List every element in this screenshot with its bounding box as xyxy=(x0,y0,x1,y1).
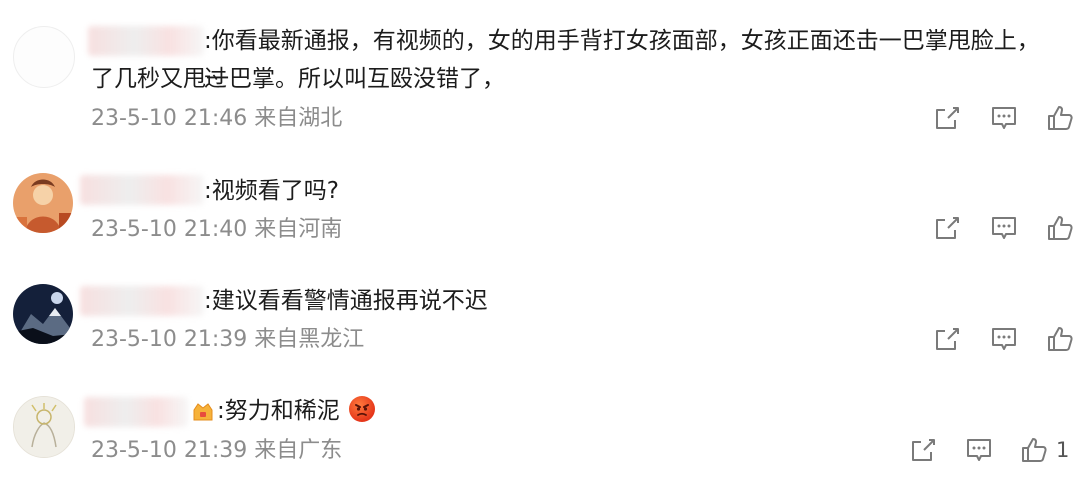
comment-time: 23-5-10 21:39 xyxy=(91,327,248,352)
comment-time: 23-5-10 21:40 xyxy=(91,217,248,242)
comment-meta: 23-5-10 21:39 来自广东 xyxy=(91,436,342,466)
username-blurred[interactable] xyxy=(84,397,188,427)
comment-text-line1: :建议看看警情通报再说不迟 xyxy=(204,288,488,314)
share-icon[interactable] xyxy=(933,325,961,353)
like-count: 1 xyxy=(1056,438,1070,462)
comment-meta: 23-5-10 21:40 来自河南 xyxy=(91,215,342,245)
avatar[interactable] xyxy=(13,284,73,344)
username-blurred[interactable] xyxy=(80,286,204,316)
comment-location: 来自黑龙江 xyxy=(254,327,365,352)
thumbs-up-icon[interactable] xyxy=(1020,436,1048,464)
avatar[interactable] xyxy=(13,396,75,458)
comment-meta: 23-5-10 21:39 来自黑龙江 xyxy=(91,325,364,355)
comment-time: 23-5-10 21:39 xyxy=(91,438,248,463)
blank-avatar-icon xyxy=(14,27,74,87)
angry-emoji-icon xyxy=(349,396,376,422)
comment-text-line1: :视频看了吗? xyxy=(204,178,339,204)
comment-text-line1: :努力和稀泥 xyxy=(217,398,340,424)
comment-item: :你看最新通报，有视频的，女的用手背打女孩面部，女孩正面还击一巴掌甩脸上，过 了… xyxy=(0,0,1080,150)
share-icon[interactable] xyxy=(909,436,937,464)
avatar[interactable] xyxy=(13,173,73,233)
orange-illustration-avatar-icon xyxy=(13,173,73,233)
comment-time: 23-5-10 21:46 xyxy=(91,106,248,131)
comment-text: :建议看看警情通报再说不迟 xyxy=(204,282,1050,320)
comment-actions xyxy=(930,325,1073,355)
avatar[interactable] xyxy=(13,26,75,88)
thumbs-up-icon[interactable] xyxy=(1046,214,1074,242)
comment-actions xyxy=(930,104,1073,134)
comment-item: :努力和稀泥 23-5-10 21:39 来自广东 1 xyxy=(0,375,1080,486)
mountain-night-avatar-icon xyxy=(13,284,73,344)
thumbs-up-icon[interactable] xyxy=(1046,325,1074,353)
comment-icon[interactable] xyxy=(990,104,1018,132)
comment-meta: 23-5-10 21:46 来自湖北 xyxy=(91,104,342,134)
sketch-avatar-icon xyxy=(14,397,74,457)
thumbs-up-icon[interactable] xyxy=(1046,104,1074,132)
username-blurred[interactable] xyxy=(88,26,204,56)
comment-location: 来自广东 xyxy=(254,438,343,463)
comment-icon[interactable] xyxy=(965,436,993,464)
comment-icon[interactable] xyxy=(990,214,1018,242)
share-icon[interactable] xyxy=(933,214,961,242)
comment-location: 来自河南 xyxy=(254,217,343,242)
comment-text-continued: 了几秒又甩一巴掌。所以叫互殴没错了， xyxy=(91,60,1050,98)
comment-actions: 1 xyxy=(906,436,1076,466)
comment-icon[interactable] xyxy=(990,325,1018,353)
comment-location: 来自湖北 xyxy=(254,106,343,131)
comment-item: :建议看看警情通报再说不迟 23-5-10 21:39 来自黑龙江 xyxy=(0,265,1080,375)
comment-item: :视频看了吗? 23-5-10 21:40 来自河南 xyxy=(0,150,1080,265)
comment-text-line2: 了几秒又甩一巴掌。所以叫互殴没错了， xyxy=(91,66,505,92)
comment-text: :努力和稀泥 xyxy=(217,392,1050,430)
share-icon[interactable] xyxy=(933,104,961,132)
comment-actions xyxy=(930,214,1073,244)
comment-text: :视频看了吗? xyxy=(204,172,1050,210)
vip-badge-icon xyxy=(191,400,215,424)
username-blurred[interactable] xyxy=(80,175,204,205)
